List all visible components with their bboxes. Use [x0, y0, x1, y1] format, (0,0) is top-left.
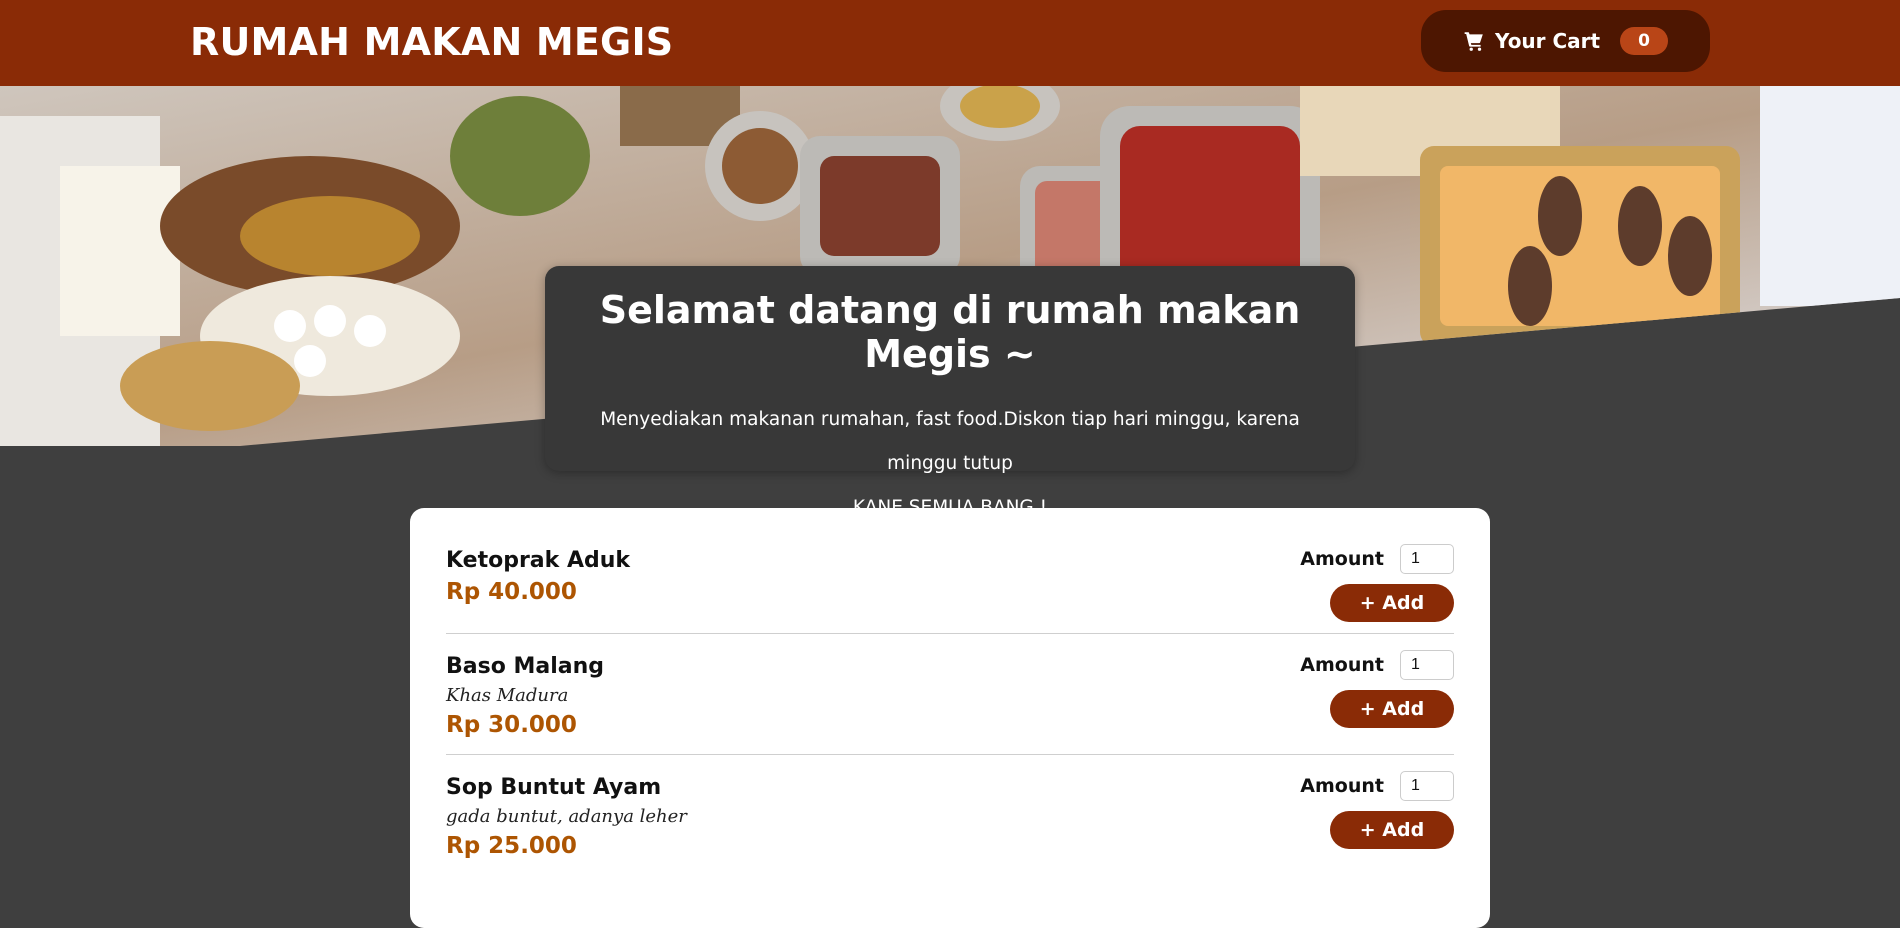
cart-label: Your Cart: [1495, 29, 1601, 53]
meal-item: Sop Buntut Ayam gada buntut, adanya lehe…: [446, 755, 1454, 875]
cart-count-badge: 0: [1620, 27, 1668, 55]
add-button[interactable]: + Add: [1330, 690, 1454, 728]
amount-row: Amount: [1294, 650, 1454, 680]
amount-label: Amount: [1300, 775, 1384, 797]
header: RUMAH MAKAN MEGIS Your Cart 0: [0, 0, 1900, 86]
summary-line-1: Menyediakan makanan rumahan, fast food.D…: [600, 409, 1300, 474]
cart-button[interactable]: Your Cart 0: [1421, 10, 1710, 72]
summary-title: Selamat datang di rumah makan Megis ~: [599, 288, 1301, 376]
meal-form: Amount + Add: [1294, 650, 1454, 728]
meal-item: Ketoprak Aduk Rp 40.000 Amount + Add: [446, 508, 1454, 634]
add-button[interactable]: + Add: [1330, 584, 1454, 622]
add-button[interactable]: + Add: [1330, 811, 1454, 849]
meal-item: Baso Malang Khas Madura Rp 30.000 Amount…: [446, 634, 1454, 755]
cart-icon: [1463, 30, 1485, 52]
amount-label: Amount: [1300, 654, 1384, 676]
amount-row: Amount: [1294, 544, 1454, 574]
brand-title: RUMAH MAKAN MEGIS: [190, 20, 674, 64]
summary-card: Selamat datang di rumah makan Megis ~ Me…: [545, 266, 1355, 518]
amount-row: Amount: [1294, 771, 1454, 801]
amount-input[interactable]: [1400, 771, 1454, 801]
amount-input[interactable]: [1400, 544, 1454, 574]
meal-form: Amount + Add: [1294, 771, 1454, 849]
meal-form: Amount + Add: [1294, 544, 1454, 622]
amount-label: Amount: [1300, 548, 1384, 570]
meals-list: Ketoprak Aduk Rp 40.000 Amount + Add Bas…: [410, 508, 1490, 928]
amount-input[interactable]: [1400, 650, 1454, 680]
